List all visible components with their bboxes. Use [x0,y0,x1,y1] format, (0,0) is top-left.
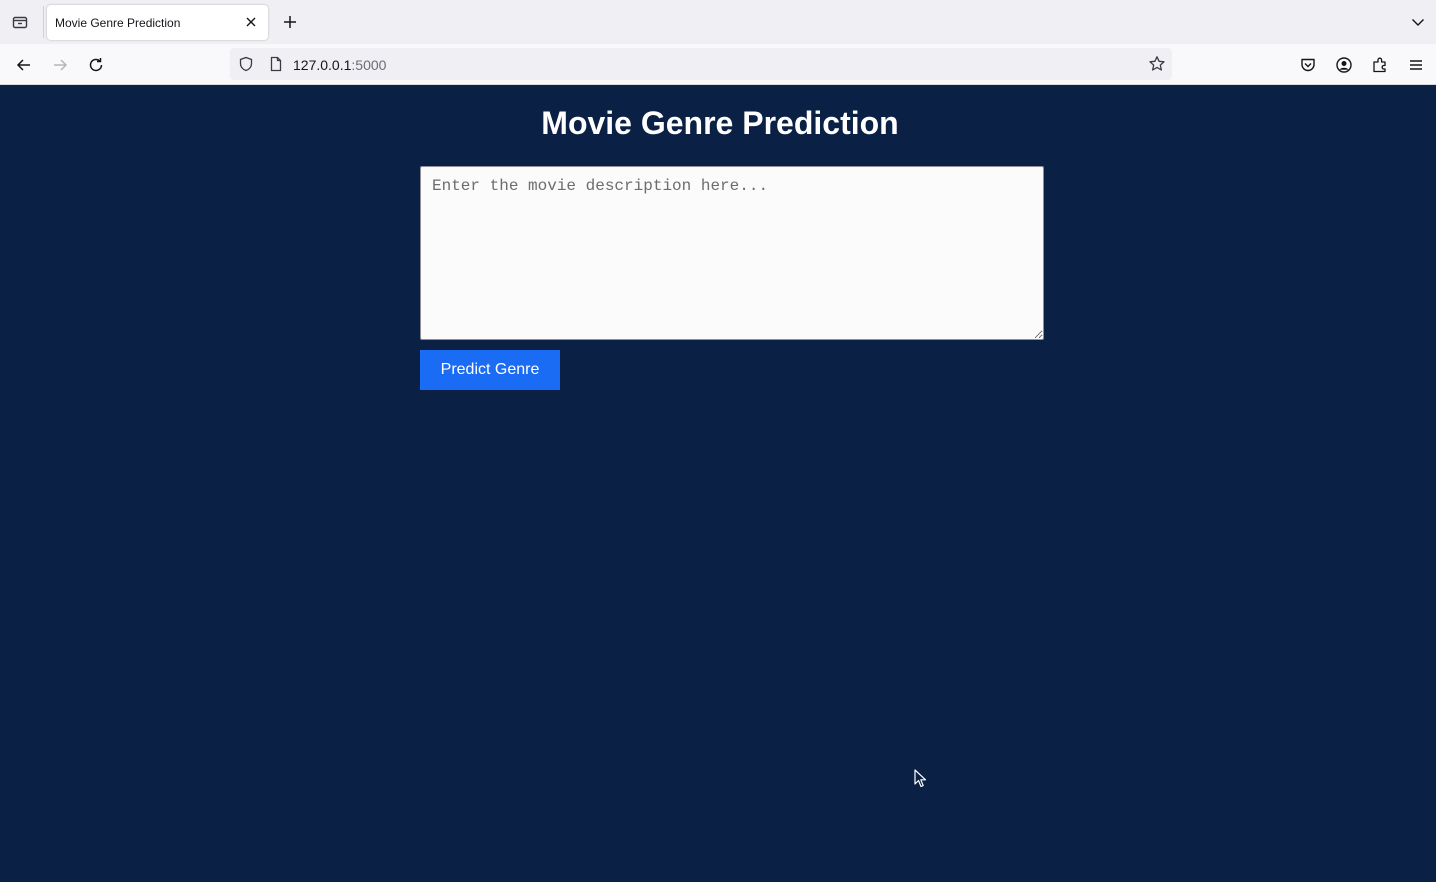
shield-icon[interactable] [238,56,254,72]
menu-icon[interactable] [1404,53,1428,77]
url-port: :5000 [351,57,387,73]
url-text[interactable]: 127.0.0.1:5000 [293,57,386,73]
tab-list-icon[interactable] [8,10,32,34]
url-host: 127.0.0.1 [293,57,352,73]
browser-tab[interactable]: Movie Genre Prediction [47,5,268,40]
close-tab-icon[interactable] [242,13,260,31]
browser-nav-bar: 127.0.0.1:5000 [0,44,1436,85]
forward-arrow-icon[interactable] [48,53,72,77]
bookmark-star-icon[interactable] [1148,55,1166,73]
movie-description-input[interactable] [420,166,1044,340]
reload-icon[interactable] [84,53,108,77]
account-icon[interactable] [1332,53,1356,77]
tab-separator [43,6,44,38]
page-content: Movie Genre Prediction Predict Genre [0,85,1436,882]
url-bar[interactable]: 127.0.0.1:5000 [230,48,1172,80]
page-icon[interactable] [268,56,284,72]
browser-tab-bar: Movie Genre Prediction [0,0,1436,44]
chevron-down-icon[interactable] [1408,12,1428,32]
page-title: Movie Genre Prediction [541,105,899,141]
tab-title: Movie Genre Prediction [55,16,181,30]
mouse-cursor-icon [914,769,928,789]
back-arrow-icon[interactable] [12,53,36,77]
extensions-icon[interactable] [1368,53,1392,77]
pocket-icon[interactable] [1296,53,1320,77]
new-tab-icon[interactable] [280,12,300,32]
predict-genre-button[interactable]: Predict Genre [420,350,560,390]
